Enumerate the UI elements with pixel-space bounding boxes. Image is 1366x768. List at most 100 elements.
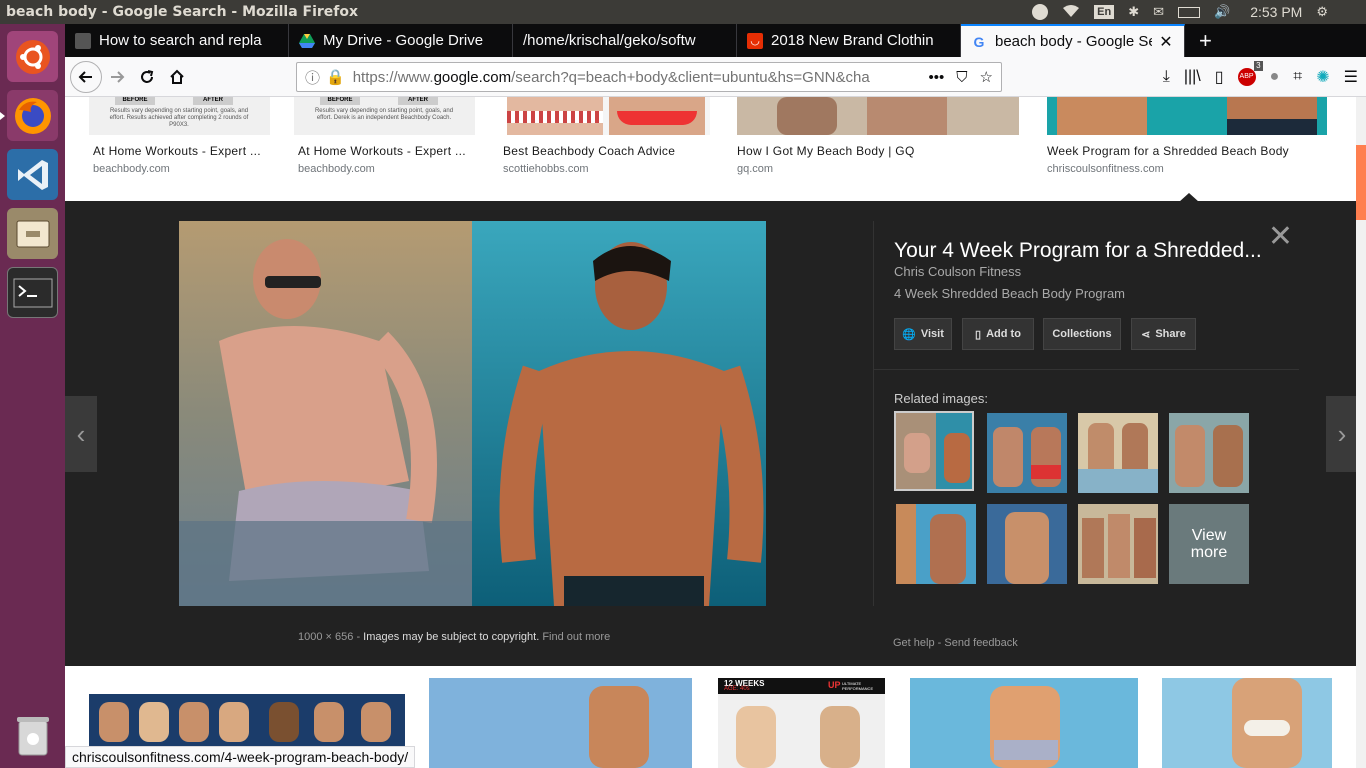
result-thumbnail[interactable]	[910, 678, 1138, 768]
firefox-icon[interactable]	[0, 90, 58, 141]
forward-button[interactable]	[102, 62, 132, 92]
tab-brand-clothing[interactable]: ◡ 2018 New Brand Clothin	[737, 24, 961, 57]
close-tab-icon[interactable]: ✕	[1158, 32, 1174, 52]
terminal-icon[interactable]	[7, 267, 58, 318]
bookmark-star-icon[interactable]: ☆	[980, 68, 993, 86]
unity-launcher	[0, 24, 65, 768]
visit-button[interactable]: 🌐 Visit	[894, 318, 952, 350]
system-top-bar: beach body - Google Search - Mozilla Fir…	[0, 0, 1366, 24]
tab-beach-body-search[interactable]: G beach body - Google Sea ✕	[961, 24, 1185, 57]
download-icon[interactable]: ⤓	[1163, 68, 1170, 86]
crop-extension-icon[interactable]: ⌗	[1293, 68, 1302, 86]
new-tab-button[interactable]: +	[1185, 24, 1226, 57]
related-image[interactable]	[896, 504, 976, 584]
result-title[interactable]: At Home Workouts - Expert ...	[93, 144, 261, 158]
related-image[interactable]	[987, 504, 1067, 584]
drive-icon	[299, 33, 315, 49]
mail-icon[interactable]: ✉	[1153, 4, 1164, 20]
bluetooth-icon[interactable]: ✱	[1128, 4, 1139, 20]
settings-gear-icon[interactable]: ⚙	[1316, 4, 1328, 20]
result-thumbnail[interactable]	[1047, 97, 1327, 135]
pocket-icon[interactable]: ⛉	[956, 69, 967, 86]
volume-icon[interactable]: 🔊	[1214, 4, 1230, 20]
status-url-overlay: chriscoulsonfitness.com/4-week-program-b…	[65, 746, 416, 768]
main-preview-image[interactable]	[179, 221, 766, 606]
wifi-icon[interactable]	[1062, 4, 1080, 21]
close-viewer-icon[interactable]: ✕	[1268, 219, 1293, 254]
image-site[interactable]: Chris Coulson Fitness	[894, 264, 1021, 279]
globe-extension-icon[interactable]: ●	[1270, 68, 1280, 86]
result-thumbnail[interactable]	[429, 678, 692, 768]
result-title[interactable]: Week Program for a Shredded Beach Body	[1047, 144, 1289, 158]
up-logo-subtitle: ULTIMATE PERFORMANCE	[842, 681, 874, 691]
clock[interactable]: 2:53 PM	[1250, 4, 1302, 20]
tab-label: 2018 New Brand Clothin	[771, 32, 934, 49]
related-image[interactable]	[1078, 504, 1158, 584]
result-title[interactable]: Best Beachbody Coach Advice	[503, 144, 675, 158]
info-icon[interactable]: ⓘ	[305, 67, 320, 88]
url-prefix: https://www.	[352, 68, 434, 86]
share-button[interactable]: ⋖ Share	[1131, 318, 1196, 350]
related-image[interactable]	[1078, 413, 1158, 493]
disclaimer-text: Results vary depending on starting point…	[109, 108, 249, 128]
back-button[interactable]	[70, 60, 102, 93]
get-help-link[interactable]: Get help	[893, 637, 935, 649]
url-text[interactable]: https://www.google.com/search?q=beach+bo…	[353, 69, 917, 86]
trash-icon[interactable]	[7, 709, 58, 760]
result-thumbnail[interactable]: BEFORE AFTER Results vary depending on s…	[294, 97, 475, 135]
tab-how-to-search[interactable]: How to search and repla	[65, 24, 289, 57]
lock-warning-icon[interactable]: 🔒	[326, 68, 345, 86]
previous-image-button[interactable]: ‹	[65, 396, 97, 472]
divider	[874, 369, 1299, 370]
send-feedback-link[interactable]: Send feedback	[944, 637, 1017, 649]
tab-label: How to search and repla	[99, 32, 262, 49]
result-thumbnail[interactable]: 12 WEEKS AGE: 40s UP ULTIMATE PERFORMANC…	[718, 678, 885, 768]
result-thumbnail[interactable]	[1162, 678, 1332, 768]
result-thumbnail[interactable]	[507, 97, 710, 135]
sidebar-icon[interactable]: ▯	[1215, 67, 1224, 87]
url-domain: google.com	[433, 68, 512, 86]
view-more-label: View more	[1190, 527, 1228, 561]
related-image[interactable]	[987, 413, 1067, 493]
chevron-right-icon: ›	[1337, 418, 1347, 449]
separator: -	[356, 631, 361, 643]
before-label: BEFORE	[115, 97, 155, 105]
next-image-button[interactable]: ›	[1326, 396, 1356, 472]
home-button[interactable]	[162, 62, 192, 92]
add-to-button[interactable]: ▯ Add to	[962, 318, 1034, 350]
tab-home-path[interactable]: /home/krischal/geko/softw	[513, 24, 737, 57]
add-to-label: Add to	[986, 328, 1021, 340]
image-title[interactable]: Your 4 Week Program for a Shredded...	[894, 239, 1262, 263]
result-title[interactable]: How I Got My Beach Body | GQ	[737, 144, 915, 158]
files-icon[interactable]	[7, 208, 58, 259]
library-icon[interactable]: |||\	[1184, 68, 1201, 86]
scrollbar-thumb[interactable]	[1356, 145, 1366, 220]
help-links: Get help - Send feedback	[893, 637, 1018, 649]
copyright-notice: Images may be subject to copyright.	[363, 631, 540, 643]
keyboard-language-indicator[interactable]: En	[1094, 5, 1115, 19]
find-out-more-link[interactable]: Find out more	[542, 631, 610, 643]
update-icon[interactable]	[1032, 4, 1049, 20]
adblock-icon[interactable]: ABP 3	[1237, 61, 1263, 86]
result-source: scottiehobbs.com	[503, 163, 589, 175]
result-source: beachbody.com	[93, 163, 170, 175]
result-title[interactable]: At Home Workouts - Expert ...	[298, 144, 466, 158]
result-thumbnail[interactable]	[737, 97, 1019, 135]
related-image[interactable]	[1169, 413, 1249, 493]
page-actions-icon[interactable]: •••	[929, 69, 945, 86]
menu-icon[interactable]: ☰	[1344, 67, 1358, 87]
up-logo: UP	[828, 680, 841, 690]
address-bar[interactable]: ⓘ 🔒 https://www.google.com/search?q=beac…	[296, 62, 1002, 92]
vscode-icon[interactable]	[7, 149, 58, 200]
related-image[interactable]	[894, 411, 974, 491]
gear-extension-icon[interactable]: ✺	[1316, 67, 1329, 87]
home-icon	[170, 69, 184, 84]
result-thumbnail[interactable]: BEFORE AFTER Results vary depending on s…	[89, 97, 270, 135]
ubuntu-dash-icon[interactable]	[7, 31, 58, 82]
battery-icon[interactable]	[1178, 6, 1201, 18]
tab-google-drive[interactable]: My Drive - Google Drive	[289, 24, 513, 57]
tab-label: /home/krischal/geko/softw	[523, 32, 696, 49]
view-more-tile[interactable]: View more	[1169, 504, 1249, 584]
reload-button[interactable]	[132, 62, 162, 92]
collections-button[interactable]: Collections	[1043, 318, 1121, 350]
